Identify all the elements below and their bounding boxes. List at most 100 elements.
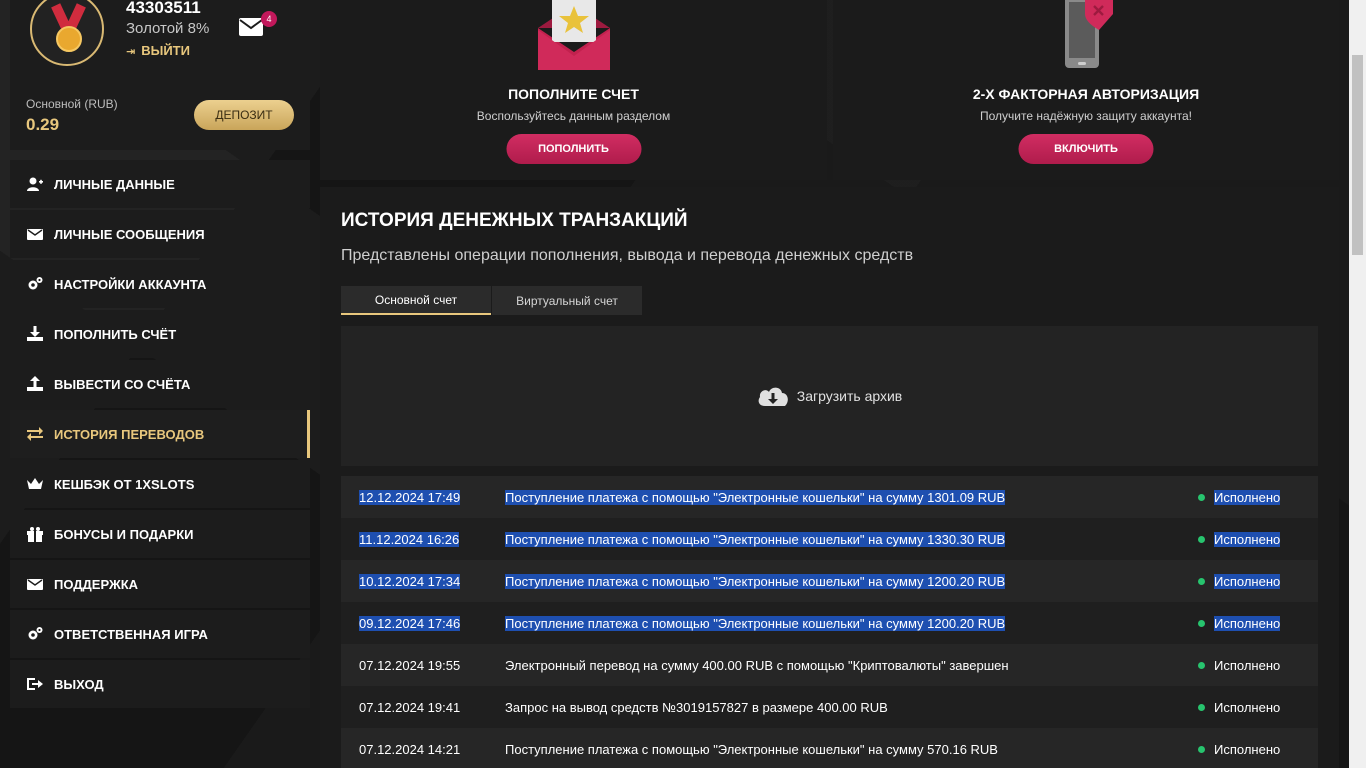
top-up-button[interactable]: ПОПОЛНИТЬ [506, 134, 641, 164]
sidebar-item-label: ЛИЧНЫЕ ДАННЫЕ [54, 176, 175, 192]
sidebar-item-label: НАСТРОЙКИ АККАУНТА [54, 276, 207, 292]
table-row: 09.12.2024 17:46 Поступление платежа с п… [341, 602, 1318, 644]
sidebar-item-deposit[interactable]: ПОПОЛНИТЬ СЧЁТ [10, 310, 310, 358]
transaction-date: 07.12.2024 19:41 [359, 699, 461, 715]
transaction-history-panel: ИСТОРИЯ ДЕНЕЖНЫХ ТРАНЗАКЦИЙ Представлены… [320, 187, 1339, 768]
tab-virtual-account[interactable]: Виртуальный счет [492, 286, 642, 315]
mail-button[interactable]: 4 [239, 11, 277, 36]
user-plus-icon [26, 175, 44, 193]
transaction-description: Запрос на вывод средств №3019157827 в ра… [505, 699, 888, 715]
table-row: 07.12.2024 19:55 Электронный перевод на … [341, 644, 1318, 686]
status-dot [1198, 619, 1205, 627]
gears-icon [26, 625, 44, 643]
mail-count-badge: 4 [261, 11, 277, 27]
table-row: 10.12.2024 17:34 Поступление платежа с п… [341, 560, 1318, 602]
download-archive-button[interactable]: Загрузить архив [341, 326, 1318, 466]
sidebar-item-label: ЛИЧНЫЕ СООБЩЕНИЯ [54, 226, 205, 242]
deposit-card: ПОПОЛНИТЕ СЧЕТ Воспользуйтесь данным раз… [320, 0, 827, 180]
table-row: 12.12.2024 17:49 Поступление платежа с п… [341, 476, 1318, 518]
transaction-description: Поступление платежа с помощью "Электронн… [505, 741, 998, 757]
transaction-description: Электронный перевод на сумму 400.00 RUB … [505, 657, 1009, 673]
user-level: Золотой 8% [126, 20, 210, 37]
gears-icon [26, 275, 44, 293]
transactions-table: 12.12.2024 17:49 Поступление платежа с п… [341, 476, 1318, 768]
sidebar-menu: ЛИЧНЫЕ ДАННЫЕ ЛИЧНЫЕ СООБЩЕНИЯ НАСТРОЙКИ… [10, 160, 310, 708]
transaction-description: Поступление платежа с помощью "Электронн… [505, 615, 1006, 631]
sidebar-item-label: ПОДДЕРЖКА [54, 576, 139, 592]
status-dot [1198, 661, 1205, 669]
sidebar-item-label: ПОПОЛНИТЬ СЧЁТ [54, 326, 177, 342]
sidebar-item-exit[interactable]: ВЫХОД [10, 660, 310, 708]
page-title: ИСТОРИЯ ДЕНЕЖНЫХ ТРАНЗАКЦИЙ [341, 210, 688, 231]
sidebar: 43303511 Золотой 8% ⇥ ВЫЙТИ 4 Основной (R… [10, 0, 310, 710]
card-subtitle: Получите надёжную защиту аккаунта! [979, 109, 1192, 123]
envelope-star-icon [537, 0, 610, 70]
sidebar-item-label: ВЫВЕСТИ СО СЧЁТА [54, 376, 191, 392]
table-row: 07.12.2024 19:41 Запрос на вывод средств… [341, 686, 1318, 728]
deposit-button[interactable]: ДЕПОЗИТ [194, 100, 294, 130]
sidebar-item-label: ИСТОРИЯ ПЕРЕВОДОВ [54, 426, 205, 442]
phone-shield-icon [1065, 0, 1113, 68]
transaction-date: 10.12.2024 17:34 [359, 573, 461, 589]
crown-icon [26, 475, 44, 493]
balance-label: Основной (RUB) [26, 97, 118, 111]
transaction-description: Поступление платежа с помощью "Электронн… [505, 531, 1006, 547]
exit-icon: ⇥ [126, 46, 136, 58]
sidebar-item-account-settings[interactable]: НАСТРОЙКИ АККАУНТА [10, 260, 310, 308]
status-badge: Исполнено [1214, 657, 1281, 673]
transfer-icon [26, 425, 44, 443]
medal-icon [30, 0, 104, 66]
table-row: 11.12.2024 16:26 Поступление платежа с п… [341, 518, 1318, 560]
status-dot [1198, 577, 1205, 585]
cloud-download-icon [758, 387, 788, 406]
transaction-date: 09.12.2024 17:46 [359, 615, 461, 631]
sidebar-item-personal-data[interactable]: ЛИЧНЫЕ ДАННЫЕ [10, 160, 310, 208]
download-icon [26, 325, 44, 343]
card-title: 2-Х ФАКТОРНАЯ АВТОРИЗАЦИЯ [972, 86, 1200, 102]
transaction-date: 12.12.2024 17:49 [359, 489, 461, 505]
sidebar-item-responsible-gaming[interactable]: ОТВЕТСТВЕННАЯ ИГРА [10, 610, 310, 658]
sidebar-item-cashback[interactable]: КЕШБЭК ОТ 1XSLOTS [10, 460, 310, 508]
exit-icon [26, 675, 44, 693]
sidebar-item-label: ВЫХОД [54, 676, 104, 692]
status-dot [1198, 745, 1205, 753]
transaction-description: Поступление платежа с помощью "Электронн… [505, 573, 1006, 589]
sidebar-item-label: ОТВЕТСТВЕННАЯ ИГРА [54, 626, 208, 642]
scrollbar-thumb[interactable] [1352, 55, 1363, 255]
archive-label: Загрузить архив [796, 388, 903, 404]
status-dot [1198, 703, 1205, 711]
user-id: 43303511 [126, 0, 201, 17]
transaction-description: Поступление платежа с помощью "Электронн… [505, 489, 1006, 505]
table-row: 07.12.2024 14:21 Поступление платежа с п… [341, 728, 1318, 768]
two-factor-card: 2-Х ФАКТОРНАЯ АВТОРИЗАЦИЯ Получите надёж… [833, 0, 1339, 180]
upload-icon [26, 375, 44, 393]
balance-value: 0.29 [26, 115, 60, 134]
sidebar-item-support[interactable]: ПОДДЕРЖКА [10, 560, 310, 608]
envelope-icon [239, 18, 263, 36]
envelope-icon [26, 575, 44, 593]
profile-panel: 43303511 Золотой 8% ⇥ ВЫЙТИ 4 Основной (R… [10, 0, 310, 150]
sidebar-item-transfer-history[interactable]: ИСТОРИЯ ПЕРЕВОДОВ [10, 410, 310, 458]
sidebar-item-bonuses[interactable]: БОНУСЫ И ПОДАРКИ [10, 510, 310, 558]
enable-2fa-button[interactable]: ВКЛЮЧИТЬ [1018, 134, 1154, 164]
status-badge: Исполнено [1214, 531, 1281, 547]
gift-icon [26, 525, 44, 543]
sidebar-item-withdraw[interactable]: ВЫВЕСТИ СО СЧЁТА [10, 360, 310, 408]
status-dot [1198, 535, 1205, 543]
transaction-date: 11.12.2024 16:26 [359, 531, 460, 547]
card-title: ПОПОЛНИТЕ СЧЕТ [508, 86, 639, 102]
status-badge: Исполнено [1214, 489, 1281, 505]
page-subtitle: Представлены операции пополнения, вывода… [341, 247, 914, 264]
page-scrollbar[interactable] [1349, 0, 1366, 768]
sidebar-item-messages[interactable]: ЛИЧНЫЕ СООБЩЕНИЯ [10, 210, 310, 258]
tab-main-account[interactable]: Основной счет [341, 286, 491, 315]
card-subtitle: Воспользуйтесь данным разделом [476, 109, 671, 123]
envelope-icon [26, 225, 44, 243]
sidebar-item-label: КЕШБЭК ОТ 1XSLOTS [54, 476, 195, 492]
status-dot [1198, 493, 1205, 501]
status-badge: Исполнено [1214, 699, 1281, 715]
transaction-date: 07.12.2024 19:55 [359, 657, 461, 673]
logout-link[interactable]: ⇥ ВЫЙТИ [126, 43, 190, 58]
status-badge: Исполнено [1214, 741, 1281, 757]
account-tabs: Основной счет Виртуальный счет [341, 286, 643, 315]
